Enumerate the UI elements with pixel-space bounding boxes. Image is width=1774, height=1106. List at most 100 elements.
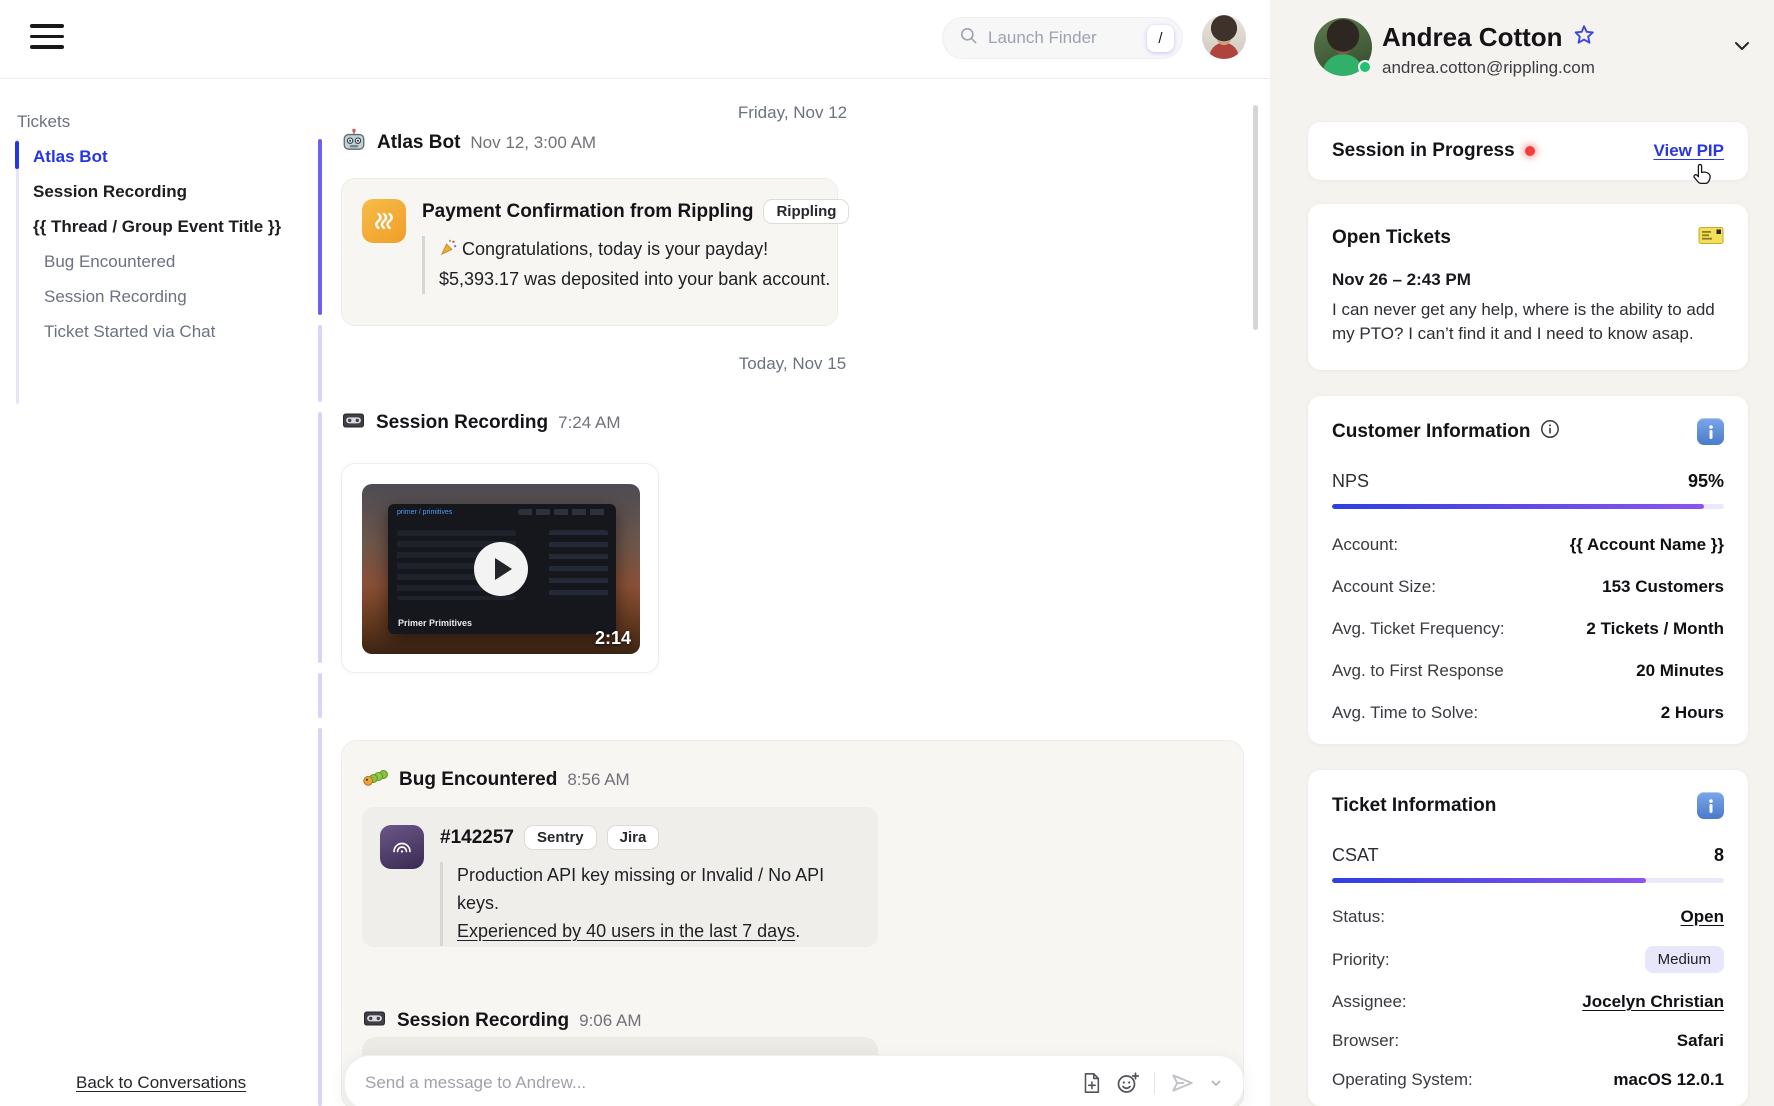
nps-progress-fill (1332, 504, 1704, 509)
ticket-icon (1698, 226, 1724, 250)
account-size-row: Account Size: 153 Customers (1332, 577, 1724, 597)
message-sender: Session Recording (397, 1010, 569, 1032)
os-row: Operating System: macOS 12.0.1 (1332, 1070, 1724, 1090)
vhs-cassette-icon (362, 1007, 387, 1034)
browser-label: Browser: (1332, 1031, 1399, 1051)
assignee-label: Assignee: (1332, 992, 1407, 1012)
sidebar-active-indicator (15, 141, 19, 169)
caterpillar-icon (362, 767, 389, 793)
row-label: Avg. Ticket Frequency: (1332, 619, 1505, 639)
search-icon (959, 26, 978, 50)
message-timestamp: Nov 12, 3:00 AM (470, 133, 596, 153)
user-avatar[interactable] (1202, 15, 1246, 59)
info-button-icon[interactable] (1697, 792, 1724, 819)
sidebar-item-bug-encountered[interactable]: Bug Encountered (33, 244, 293, 279)
row-label: Account Size: (1332, 577, 1436, 597)
issue-id: #142257 (440, 827, 514, 849)
collapse-panel-chevron-icon[interactable] (1730, 34, 1754, 63)
jira-tag: Jira (607, 825, 660, 850)
os-label: Operating System: (1332, 1070, 1473, 1090)
message-sender: Bug Encountered (399, 769, 557, 791)
date-divider: Friday, Nov 12 (341, 103, 1244, 123)
composer-divider (1154, 1072, 1155, 1094)
issue-impact-link[interactable]: Experienced by 40 users in the last 7 da… (457, 921, 795, 941)
message-sender: Atlas Bot (377, 132, 460, 154)
payment-confirmation-card: Payment Confirmation from Rippling Rippl… (341, 178, 838, 326)
customer-panel: Andrea Cotton andrea.cotton@rippling.com… (1270, 0, 1774, 1106)
chat-thread: Friday, Nov 12 Atlas Bot Nov 12, 3:00 AM (300, 79, 1270, 1106)
message-header-session-recording: Session Recording 7:24 AM (341, 409, 620, 436)
sidebar-item-ticket-started[interactable]: Ticket Started via Chat (33, 314, 293, 349)
csat-progress-fill (1332, 878, 1646, 883)
send-icon[interactable] (1169, 1070, 1195, 1096)
nps-label: NPS (1332, 471, 1369, 492)
time-to-solve-row: Avg. Time to Solve: 2 Hours (1332, 703, 1724, 723)
message-header-session-recording-2: Session Recording 9:06 AM (362, 1007, 641, 1034)
csat-label: CSAT (1332, 845, 1379, 866)
info-outline-icon (1540, 419, 1560, 444)
rippling-icon (362, 199, 406, 243)
view-pip-link[interactable]: View PIP (1653, 141, 1724, 161)
os-value: macOS 12.0.1 (1613, 1070, 1724, 1090)
ticket-frequency-row: Avg. Ticket Frequency: 2 Tickets / Month (1332, 619, 1724, 639)
app-root: / Tickets Atlas Bot Session Recording {{… (0, 0, 1774, 1106)
row-value: 20 Minutes (1636, 661, 1724, 681)
vhs-cassette-icon (341, 409, 366, 436)
cursor-pointer-icon (1692, 162, 1714, 191)
status-row: Status: Open (1332, 907, 1724, 927)
favorite-star-icon[interactable] (1573, 24, 1595, 51)
thread-rail-segment (318, 673, 322, 718)
search-bar[interactable]: / (942, 17, 1183, 59)
thread-group-card: Bug Encountered 8:56 AM #142257 Sentry J… (341, 740, 1244, 1106)
send-options-chevron-icon[interactable] (1209, 1076, 1223, 1090)
info-button-icon[interactable] (1697, 418, 1724, 445)
message-timestamp: 7:24 AM (558, 413, 620, 433)
customer-info-title: Customer Information (1332, 421, 1530, 443)
repo-title: Primer Primitives (398, 618, 472, 628)
issue-line-1: Production API key missing or Invalid / … (457, 862, 860, 918)
csat-value: 8 (1714, 845, 1724, 866)
emoji-picker-icon[interactable] (1116, 1071, 1140, 1095)
video-thumbnail[interactable]: primer / primitives Primer Primitives 2:… (362, 484, 640, 654)
ticket-timestamp: Nov 26 – 2:43 PM (1332, 270, 1724, 290)
sidebar-rail (16, 139, 19, 404)
sentry-issue-card: #142257 Sentry Jira Production API key m… (362, 807, 878, 947)
message-header-atlas-bot: Atlas Bot Nov 12, 3:00 AM (341, 127, 596, 158)
assignee-link[interactable]: Jocelyn Christian (1582, 992, 1724, 1012)
sidebar-item-thread-title[interactable]: {{ Thread / Group Event Title }} (33, 209, 293, 244)
first-response-row: Avg. to First Response 20 Minutes (1332, 661, 1724, 681)
row-label: Avg. Time to Solve: (1332, 703, 1478, 723)
ticket-info-title: Ticket Information (1332, 795, 1496, 817)
sidebar-list: Atlas Bot Session Recording {{ Thread / … (33, 139, 293, 349)
browser-value: Safari (1677, 1031, 1724, 1051)
back-to-conversations-link[interactable]: Back to Conversations (76, 1073, 246, 1093)
message-input[interactable] (365, 1073, 1066, 1093)
session-card-title: Session in Progress (1332, 140, 1515, 162)
customer-email: andrea.cotton@rippling.com (1382, 58, 1595, 78)
message-header-bug-encountered: Bug Encountered 8:56 AM (362, 767, 630, 793)
customer-name: Andrea Cotton (1382, 22, 1563, 53)
customer-information-card: Customer Information NPS (1308, 396, 1748, 744)
hamburger-menu-icon[interactable] (30, 24, 64, 54)
row-value: 153 Customers (1602, 577, 1724, 597)
sentry-tag: Sentry (524, 825, 597, 850)
priority-badge: Medium (1645, 946, 1724, 973)
sidebar-item-session-recording-2[interactable]: Session Recording (33, 279, 293, 314)
thread-rail-segment (318, 728, 322, 1106)
thread-rail-active-segment (318, 139, 322, 315)
play-button[interactable] (474, 542, 528, 596)
sidebar-item-atlas-bot[interactable]: Atlas Bot (33, 139, 293, 174)
chat-scrollbar[interactable] (1253, 105, 1258, 330)
sidebar-item-session-recording[interactable]: Session Recording (33, 174, 293, 209)
attach-file-icon[interactable] (1080, 1071, 1102, 1095)
tickets-section-label: Tickets (17, 112, 70, 132)
tickets-sidebar: Tickets Atlas Bot Session Recording {{ T… (0, 79, 300, 1106)
search-shortcut-badge: / (1147, 25, 1174, 52)
status-open-link[interactable]: Open (1681, 907, 1724, 927)
priority-row: Priority: Medium (1332, 946, 1724, 973)
session-in-progress-card: Session in Progress View PIP (1308, 122, 1748, 180)
message-composer[interactable] (344, 1055, 1244, 1106)
payment-card-title: Payment Confirmation from Rippling (422, 201, 753, 223)
priority-label: Priority: (1332, 950, 1390, 970)
search-input[interactable] (988, 28, 1147, 48)
